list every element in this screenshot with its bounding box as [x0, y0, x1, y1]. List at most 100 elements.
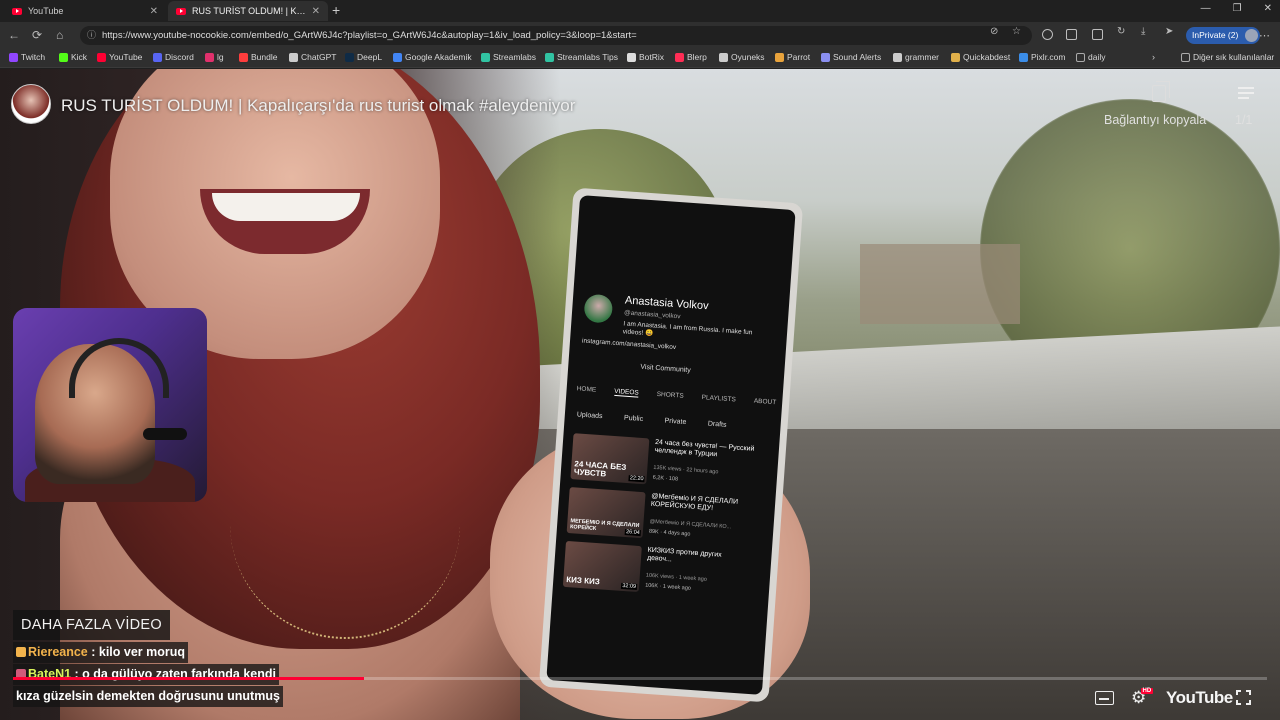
video-meta: 106K views · 1 week ago	[645, 572, 708, 583]
bookmark-kick[interactable]: Kick	[59, 52, 87, 62]
youtube-favicon-icon	[12, 7, 22, 15]
microphone	[143, 428, 187, 440]
video-stats: 89K · 4 days ago	[648, 528, 691, 538]
folder-icon	[1181, 52, 1190, 62]
tab-youtube[interactable]: YouTube ✕	[4, 1, 166, 21]
fullscreen-icon[interactable]	[1236, 690, 1251, 705]
bookmark-streamlabs-tips[interactable]: Streamlabs Tips	[545, 52, 618, 62]
home-icon[interactable]: ⌂	[56, 28, 63, 42]
extensions-icon[interactable]	[1042, 29, 1053, 40]
bookmark-favicon-icon	[675, 52, 684, 62]
video-thumbnail: МЕГБЕМІО И Я СДЕЛАЛИ КОРЕЙСК 26:04	[566, 487, 646, 539]
bookmark-favicon-icon	[545, 52, 554, 62]
channel-tabs: HOME VIDEOS SHORTS PLAYLISTS ABOUT	[576, 385, 776, 407]
copy-link-button[interactable]: Bağlantıyı kopyala	[1104, 113, 1206, 127]
channel-avatar	[583, 293, 614, 324]
phone-video-item: МЕГБЕМІО И Я СДЕЛАЛИ КОРЕЙСК 26:04 @Мегб…	[566, 487, 759, 548]
bookmark-youtube[interactable]: YouTube	[97, 52, 142, 62]
folder-icon	[1076, 52, 1085, 62]
bookmark-parrot[interactable]: Parrot	[775, 52, 810, 62]
maximize-button[interactable]: ❐	[1233, 3, 1242, 14]
url-input[interactable]: ⓘ https://www.youtube-nocookie.com/embed…	[80, 26, 1032, 45]
bookmark-favicon-icon	[1019, 52, 1028, 62]
bookmark-favicon-icon	[627, 52, 636, 62]
channel-subtab: Uploads	[576, 411, 603, 421]
bookmark-pixlr[interactable]: Pixlr.com	[1019, 52, 1065, 62]
tab-close-icon[interactable]: ✕	[150, 6, 158, 17]
tab-close-icon[interactable]: ✕	[312, 6, 320, 17]
channel-header: Anastasia Volkov @anastasia_volkov I am …	[582, 288, 786, 374]
bookmark-favicon-icon	[345, 52, 354, 62]
bookmark-bundle[interactable]: Bundle	[239, 52, 277, 62]
subtitles-icon[interactable]	[1095, 691, 1114, 705]
more-videos-button[interactable]: DAHA FAZLA VİDEO	[13, 610, 170, 640]
new-tab-button[interactable]: +	[332, 2, 340, 18]
bookmark-daily[interactable]: daily	[1076, 52, 1105, 62]
tab-bar: YouTube ✕ RUS TURİST OLDUM! | Kapalıçarş…	[0, 0, 1280, 22]
minimize-button[interactable]: —	[1201, 3, 1211, 14]
video-player[interactable]: Anastasia Volkov @anastasia_volkov I am …	[0, 69, 1280, 720]
webcam-overlay	[13, 308, 207, 502]
thumbnail-caption: КИЗ КИЗ	[566, 575, 601, 587]
bookmark-chatgpt[interactable]: ChatGPT	[289, 52, 336, 62]
youtube-logo[interactable]: YouTube	[1166, 688, 1233, 708]
bookmark-blerp[interactable]: Blerp	[675, 52, 707, 62]
bookmark-favicon-icon	[9, 52, 18, 62]
video-duration: 32:09	[621, 582, 638, 590]
tab-video[interactable]: RUS TURİST OLDUM! | Kapalıçarşı ✕	[168, 1, 328, 21]
channel-avatar-button[interactable]	[11, 84, 51, 124]
chat-badge-icon	[16, 647, 26, 657]
phone-video-item: КИЗ КИЗ 32:09 КИЗКИЗ против других девоч…	[562, 540, 756, 602]
back-arrow-icon[interactable]: ←	[8, 28, 20, 42]
chat-message: Riereance : kilo ver moruq	[13, 642, 189, 663]
bookmark-favicon-icon	[893, 52, 902, 62]
bookmarks-bar: Twitch Kick YouTube Discord lg Bundle Ch…	[0, 49, 1280, 68]
video-title: КИЗКИЗ против других девоч...	[646, 546, 722, 564]
progress-bar[interactable]	[13, 677, 1267, 680]
bookmark-other-folder[interactable]: Diğer sık kullanılanlar	[1181, 52, 1274, 62]
bookmark-discord[interactable]: Discord	[153, 52, 194, 62]
split-screen-icon[interactable]	[1092, 29, 1103, 40]
progress-fill	[13, 677, 365, 680]
bookmark-botrix[interactable]: BotRix	[627, 52, 664, 62]
bookmark-streamlabs[interactable]: Streamlabs	[481, 52, 536, 62]
download-icon[interactable]: ⤓	[1141, 26, 1145, 37]
copy-link-icon[interactable]	[1152, 81, 1170, 102]
puzzle-icon[interactable]	[1066, 29, 1077, 40]
bookmark-sound-alerts[interactable]: Sound Alerts	[821, 52, 881, 62]
bookmark-favicon-icon	[97, 52, 106, 62]
menu-dots-icon[interactable]: ⋯	[1259, 29, 1270, 42]
bookmark-deepl[interactable]: DeepL	[345, 52, 382, 62]
bookmark-grammer[interactable]: grammer	[893, 52, 939, 62]
channel-subtab: Public	[623, 414, 644, 423]
channel-tab: ABOUT	[753, 397, 777, 407]
channel-subtabs: Uploads Public Private Drafts	[577, 411, 727, 428]
playlist-icon[interactable]	[1238, 87, 1254, 101]
video-title: @Мегбеміо И Я СДЕЛАЛИ КОРЕЙСКУЮ ЕДУ!	[650, 492, 739, 513]
video-title-link[interactable]: RUS TURİST OLDUM! | Kapalıçarşı'da rus t…	[61, 96, 575, 116]
tracking-icon[interactable]: ⊘	[990, 26, 998, 37]
close-window-button[interactable]: ✕	[1264, 3, 1272, 14]
bookmark-twitch[interactable]: Twitch	[9, 52, 45, 62]
bookmark-quickabdest[interactable]: Quickabdest	[951, 52, 1010, 62]
inprivate-label: InPrivate (2)	[1192, 30, 1239, 40]
info-icon[interactable]: ⓘ	[87, 26, 96, 45]
bookmark-google-akademik[interactable]: Google Akademik	[393, 52, 472, 62]
chevron-right-icon[interactable]: ›	[1152, 52, 1155, 62]
share-icon[interactable]: ➤	[1165, 26, 1173, 37]
bookmark-lg[interactable]: lg	[205, 52, 224, 62]
bookmark-oyuneks[interactable]: Oyuneks	[719, 52, 765, 62]
bookmark-favicon-icon	[289, 52, 298, 62]
phone: Anastasia Volkov @anastasia_volkov I am …	[538, 187, 804, 703]
bookmark-favicon-icon	[481, 52, 490, 62]
inprivate-badge[interactable]: InPrivate (2)	[1186, 27, 1261, 44]
channel-tab: HOME	[576, 385, 597, 394]
refresh-icon[interactable]: ⟳	[32, 28, 42, 42]
phone-screen: Anastasia Volkov @anastasia_volkov I am …	[546, 195, 796, 695]
favorite-star-icon[interactable]: ☆	[1012, 26, 1021, 37]
video-title: 24 часа без чувств! — Русский челлендж в…	[654, 438, 755, 459]
sync-icon[interactable]: ↻	[1117, 26, 1125, 37]
chat-text: kıza güzelsin demekten doğrusunu unutmuş	[16, 689, 280, 703]
chat-overlay: Riereance : kilo ver moruq BateN1 : o da…	[13, 642, 303, 708]
video-thumbnail: КИЗ КИЗ 32:09	[562, 540, 642, 593]
